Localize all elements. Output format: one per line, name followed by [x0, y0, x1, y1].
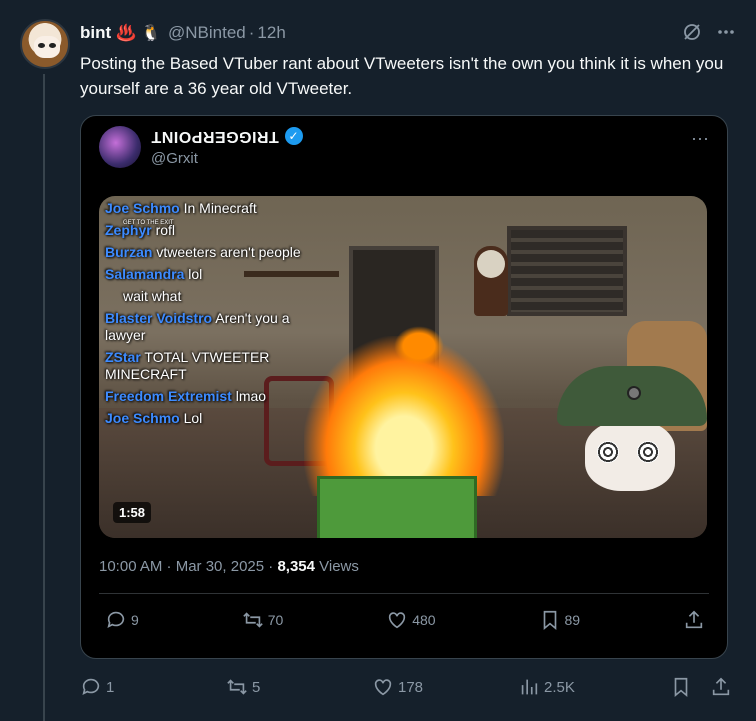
chat-text: lol: [184, 266, 203, 282]
quoted-tweet[interactable]: TRIGGERPOINT ✓ @Grxit ··· GET TO THE EXI…: [80, 115, 728, 659]
quote-views-label: Views: [314, 558, 359, 575]
quote-reply-button[interactable]: 9: [105, 609, 139, 631]
retweet-button[interactable]: 5: [226, 676, 372, 698]
heart-icon: [389, 612, 406, 629]
quote-author-name-text: TRIGGERPOINT: [151, 128, 279, 145]
chat-overlay-small-text: GET TO THE EXIT: [123, 220, 174, 226]
chat-message: Joe Schmo Lol: [105, 410, 305, 427]
quote-metadata: 10:00 AM · Mar 30, 2025 · 8,354 Views: [99, 558, 359, 575]
retweet-icon: [227, 679, 247, 695]
bookmark-icon: [543, 610, 556, 631]
quote-author-handle[interactable]: @Grxit: [151, 150, 198, 167]
tweet-time[interactable]: 12h: [257, 23, 285, 43]
vtuber-character: [547, 366, 707, 538]
views-count: 2.5K: [544, 678, 575, 696]
analytics-icon: [521, 679, 538, 695]
chat-message: Burzan vtweeters aren't people: [105, 244, 305, 261]
cap-badge: [627, 386, 641, 400]
tweet-text: Posting the Based VTuber rant about VTwe…: [80, 54, 724, 98]
chat-message: Blaster Voidstro Aren't you a lawyer: [105, 310, 305, 344]
quote-reply-count: 9: [131, 612, 139, 628]
chat-text: wait what: [123, 288, 182, 304]
tweet-action-bar: 1 5 178 2.5K: [80, 676, 732, 698]
bookmark-icon: [674, 677, 688, 698]
share-icon: [685, 610, 703, 629]
quote-more-icon[interactable]: ···: [691, 128, 709, 149]
chat-username: Burzan: [105, 244, 153, 260]
quote-share-button[interactable]: [683, 609, 705, 631]
share-button[interactable]: [710, 676, 732, 698]
verified-badge-icon: ✓: [284, 127, 303, 145]
like-count: 178: [398, 678, 424, 696]
bookmark-button[interactable]: [670, 676, 692, 698]
reply-count: 1: [106, 678, 115, 696]
thread-line: [43, 74, 45, 721]
separator-dot: ·: [248, 23, 255, 42]
reply-button[interactable]: 1: [80, 676, 226, 698]
reply-icon: [82, 678, 100, 695]
penguin-emoji: 🐧: [141, 25, 161, 42]
share-icon: [712, 677, 730, 696]
hot-springs-emoji: ♨️: [116, 25, 137, 42]
character-eye-right: [637, 441, 659, 463]
quote-author-name[interactable]: TRIGGERPOINT ✓: [151, 127, 303, 145]
chat-message: Salamandra lol: [105, 266, 305, 283]
retweet-count: 5: [252, 678, 261, 696]
fire-spark: [394, 326, 444, 366]
quote-bookmark-button[interactable]: 89: [539, 609, 581, 631]
dumpster: [317, 476, 477, 538]
avatar-eye-right: [49, 43, 56, 48]
reply-icon: [107, 611, 125, 628]
chat-message: wait what: [105, 288, 305, 305]
quote-like-count: 480: [412, 612, 436, 628]
heart-icon: [374, 679, 392, 696]
views-button[interactable]: 2.5K: [518, 676, 668, 698]
chat-username: Blaster Voidstro: [105, 310, 213, 326]
scene-window: [507, 226, 627, 316]
character-eye-left: [597, 441, 619, 463]
quote-author-avatar[interactable]: [99, 126, 141, 168]
quote-retweet-button[interactable]: 70: [242, 609, 284, 631]
grok-icon[interactable]: [682, 22, 702, 47]
stream-chat-overlay: GET TO THE EXIT Joe Schmo In Minecraft Z…: [105, 200, 305, 432]
tweet-header: bint ♨️ 🐧 @NBinted · 12h: [80, 22, 736, 44]
chat-text: vtweeters aren't people: [152, 244, 301, 260]
chat-message: ZStar TOTAL VTWEETER MINECRAFT: [105, 349, 305, 383]
scene-clock: [474, 246, 508, 316]
chat-text: lmao: [231, 388, 267, 404]
tweet-secondary-actions: [670, 676, 732, 698]
chat-username: Joe Schmo: [105, 200, 180, 216]
author-avatar[interactable]: [20, 19, 70, 69]
chat-message: Freedom Extremist lmao: [105, 388, 305, 405]
chat-username: Joe Schmo: [105, 410, 180, 426]
quote-timestamp[interactable]: 10:00 AM · Mar 30, 2025 ·: [99, 558, 277, 575]
header-actions: [682, 22, 736, 47]
chat-username: Freedom Extremist: [105, 388, 232, 404]
quote-retweet-count: 70: [267, 612, 284, 628]
character-cap: [557, 366, 707, 426]
quote-like-button[interactable]: 480: [386, 609, 436, 631]
chat-username: Salamandra: [105, 266, 185, 282]
chat-text: Lol: [179, 410, 203, 426]
chat-username: ZStar: [105, 349, 141, 365]
author-name[interactable]: bint: [80, 23, 111, 43]
video-player[interactable]: GET TO THE EXIT Joe Schmo In Minecraft Z…: [99, 196, 707, 538]
like-button[interactable]: 178: [372, 676, 518, 698]
quote-bookmark-count: 89: [564, 612, 581, 628]
more-horizontal-icon[interactable]: [716, 22, 736, 47]
retweet-icon: [242, 612, 263, 628]
quote-divider: [99, 593, 709, 594]
avatar-eye-left: [38, 43, 45, 48]
author-handle[interactable]: @NBinted: [168, 23, 246, 43]
quote-views-count: 8,354: [277, 558, 315, 575]
quote-action-bar: 9 70 480 89: [105, 609, 705, 631]
video-duration-badge: 1:58: [113, 502, 152, 523]
chat-text: In Minecraft: [179, 200, 257, 216]
